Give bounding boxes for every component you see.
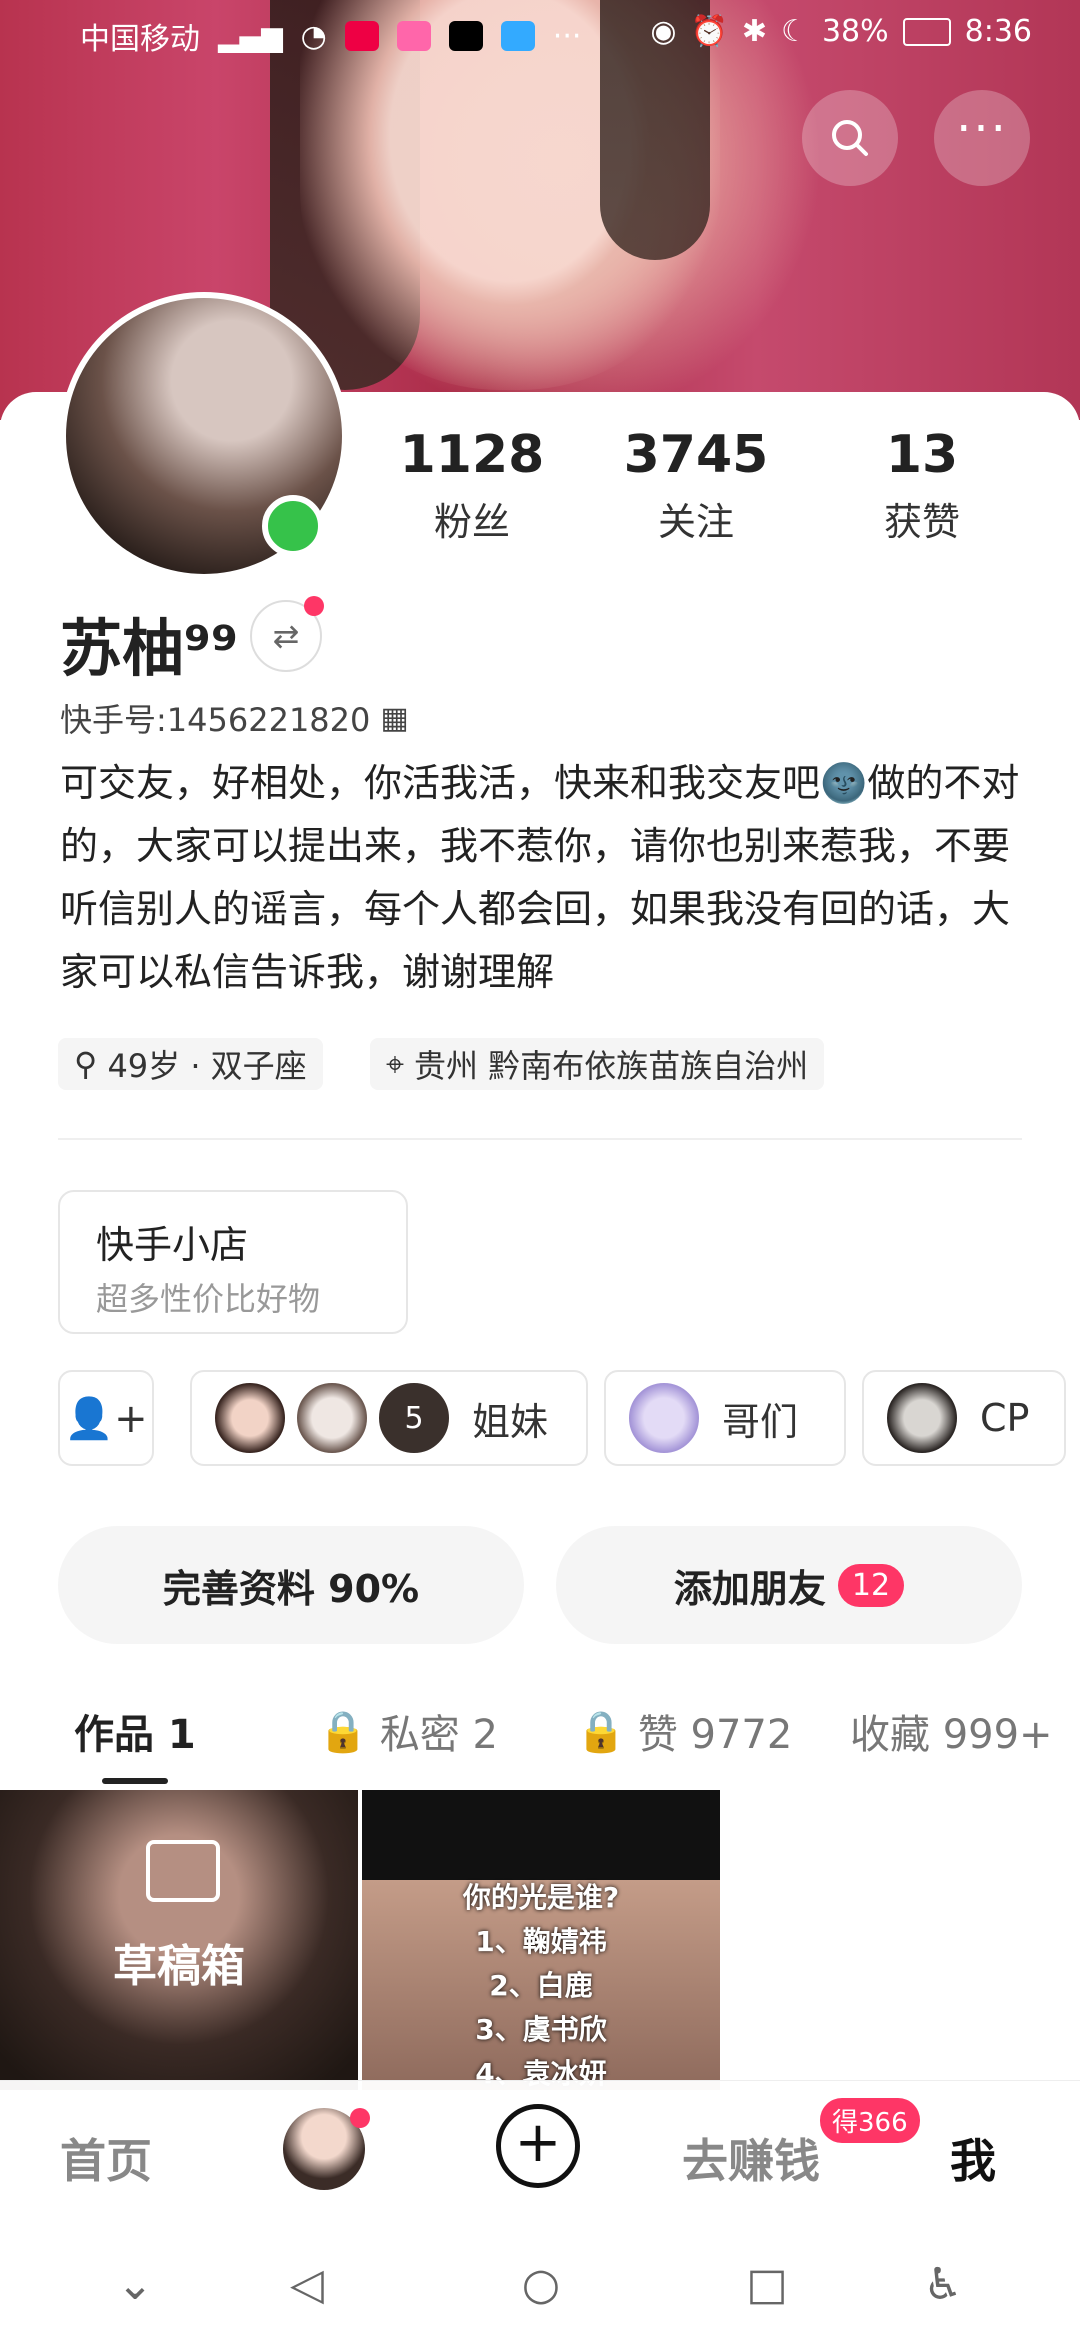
create-button[interactable]: + xyxy=(496,2104,580,2188)
tab-label: 私密 2 xyxy=(379,1712,498,1758)
recents-icon[interactable]: □ xyxy=(742,2260,792,2310)
profile-bio: 可交友，好相处，你活我活，快来和我交友吧🌚做的不对的，大家可以提出来，我不惹你，… xyxy=(60,761,1020,994)
member-avatar xyxy=(294,1380,370,1456)
kuaishou-id[interactable]: 快手号:1456221820 ▦ xyxy=(60,695,409,741)
eye-icon: ◉ xyxy=(650,14,677,49)
video-overlay-line: 2、白鹿 xyxy=(489,1969,593,2002)
earn-badge: 得366 xyxy=(820,2098,920,2143)
lock-icon: 🔒 xyxy=(318,1708,368,1755)
kuaishou-shop-card[interactable]: 快手小店 超多性价比好物 xyxy=(58,1190,408,1334)
nav-me[interactable]: 我 xyxy=(950,2125,996,2191)
more-icon: ··· xyxy=(956,101,1008,157)
stat-number: 3745 xyxy=(623,425,769,485)
video-overlay-text: 你的光是谁? 1、鞠婧祎 2、白鹿 3、虞书欣 4、袁冰妍 xyxy=(362,1876,720,2096)
app-icon xyxy=(396,21,431,51)
member-avatar xyxy=(212,1380,288,1456)
app-icon xyxy=(344,21,379,51)
group-avatar xyxy=(626,1380,702,1456)
video-overlay-line: 你的光是谁? xyxy=(462,1881,620,1914)
weather-icon xyxy=(500,21,535,51)
content-tabs: 作品 1 🔒 私密 2 🔒 赞 9772 收藏 999+ xyxy=(0,1692,1080,1792)
bluetooth-icon: ✱ xyxy=(741,14,768,49)
location-tag-text: 贵州 黔南布依族苗族自治州 xyxy=(414,1047,809,1085)
stat-label: 粉丝 xyxy=(433,500,510,544)
member-count: 5 xyxy=(376,1380,452,1456)
tab-favorites[interactable]: 收藏 999+ xyxy=(850,1702,1053,1760)
status-left: 中国移动 ▂▄▆ ◔ ··· xyxy=(80,14,581,58)
group-avatar xyxy=(884,1380,960,1456)
search-icon xyxy=(832,120,868,156)
carrier-text: 中国移动 xyxy=(80,22,200,57)
back-icon[interactable]: ◁ xyxy=(282,2260,332,2310)
age-tag: ⚲ 49岁 · 双子座 xyxy=(58,1038,323,1090)
stat-label: 获赞 xyxy=(883,500,960,544)
tab-liked[interactable]: 🔒 赞 9772 xyxy=(576,1702,792,1760)
profile-name: 苏柚⁹⁹ xyxy=(60,612,239,685)
moon-icon: ☾ xyxy=(781,14,808,49)
divider xyxy=(58,1138,1022,1140)
tab-label: 收藏 999+ xyxy=(850,1712,1053,1758)
status-right: ◉ ⏰ ✱ ☾ 38% 8:36 xyxy=(650,14,1032,49)
shop-subtitle: 超多性价比好物 xyxy=(96,1280,321,1318)
alarm-icon: ⏰ xyxy=(690,14,728,49)
complete-profile-label: 完善资料 90% xyxy=(162,1566,420,1611)
lock-icon: 🔒 xyxy=(576,1708,626,1755)
group-cp[interactable]: CP xyxy=(862,1370,1066,1466)
qrcode-icon: ▦ xyxy=(380,700,409,736)
video-overlay-line: 3、虞书欣 xyxy=(475,2013,607,2046)
group-label: 姐妹 xyxy=(472,1399,549,1444)
stat-following[interactable]: 3745 关注 xyxy=(606,425,786,546)
add-friend-badge: 12 xyxy=(837,1563,905,1607)
search-button[interactable] xyxy=(802,90,898,186)
location-tag: ⌖ 贵州 黔南布依族苗族自治州 xyxy=(370,1038,825,1090)
age-tag-text: 49岁 · 双子座 xyxy=(107,1047,307,1085)
group-sisters[interactable]: 5 姐妹 xyxy=(190,1370,588,1466)
swap-icon: ⇄ xyxy=(272,617,300,655)
complete-profile-button[interactable]: 完善资料 90% xyxy=(58,1526,524,1644)
kuaishou-id-text: 快手号:1456221820 xyxy=(60,701,371,739)
wifi-icon: ◔ xyxy=(300,18,327,54)
add-friend-button[interactable]: 添加朋友 12 xyxy=(556,1526,1022,1644)
system-nav-bar: ⌄ ◁ ○ □ ♿ xyxy=(0,2226,1080,2340)
stat-number: 1128 xyxy=(399,425,545,485)
group-label: 哥们 xyxy=(722,1399,799,1444)
active-tab-indicator xyxy=(102,1778,168,1784)
time-text: 8:36 xyxy=(964,14,1032,49)
notification-dot xyxy=(304,596,324,616)
battery-icon xyxy=(902,17,951,46)
stat-likes[interactable]: 13 获赞 xyxy=(832,425,1012,546)
stat-number: 13 xyxy=(885,425,959,485)
tab-private[interactable]: 🔒 私密 2 xyxy=(318,1702,498,1760)
shop-title: 快手小店 xyxy=(96,1223,249,1267)
add-user-icon: 👤+ xyxy=(64,1395,148,1442)
status-bar: 中国移动 ▂▄▆ ◔ ··· ◉ ⏰ ✱ ☾ 38% 8:36 xyxy=(0,0,1080,70)
zodiac-icon: ⚲ xyxy=(74,1045,98,1083)
add-friend-label: 添加朋友 xyxy=(673,1566,826,1611)
add-group-button[interactable]: 👤+ xyxy=(58,1370,154,1466)
plus-icon: + xyxy=(514,2109,562,2175)
accessibility-icon[interactable]: ♿ xyxy=(918,2260,968,2310)
stat-label: 关注 xyxy=(657,500,734,544)
signal-icon: ▂▄▆ xyxy=(218,19,283,53)
location-icon: ⌖ xyxy=(386,1044,405,1083)
battery-percent: 38% xyxy=(821,14,889,49)
nav-avatar-dot xyxy=(350,2108,370,2128)
nav-home[interactable]: 首页 xyxy=(60,2125,152,2191)
group-brothers[interactable]: 哥们 xyxy=(604,1370,846,1466)
drafts-label: 草稿箱 xyxy=(113,1941,245,1992)
video-overlay-line: 1、鞠婧祎 xyxy=(475,1925,607,1958)
more-button[interactable]: ··· xyxy=(934,90,1030,186)
group-label: CP xyxy=(980,1396,1030,1440)
stat-fans[interactable]: 1128 粉丝 xyxy=(382,425,562,546)
folder-icon xyxy=(146,1840,220,1902)
online-status-dot xyxy=(262,495,324,557)
tiktok-icon xyxy=(448,21,483,51)
home-icon[interactable]: ○ xyxy=(516,2260,566,2310)
tab-label: 作品 1 xyxy=(74,1712,196,1758)
tab-works[interactable]: 作品 1 xyxy=(74,1702,196,1760)
chevron-down-icon[interactable]: ⌄ xyxy=(110,2260,160,2310)
nav-earn[interactable]: 去赚钱 xyxy=(682,2125,820,2191)
more-notifications-icon: ··· xyxy=(552,18,582,54)
tab-label: 赞 9772 xyxy=(637,1712,793,1758)
